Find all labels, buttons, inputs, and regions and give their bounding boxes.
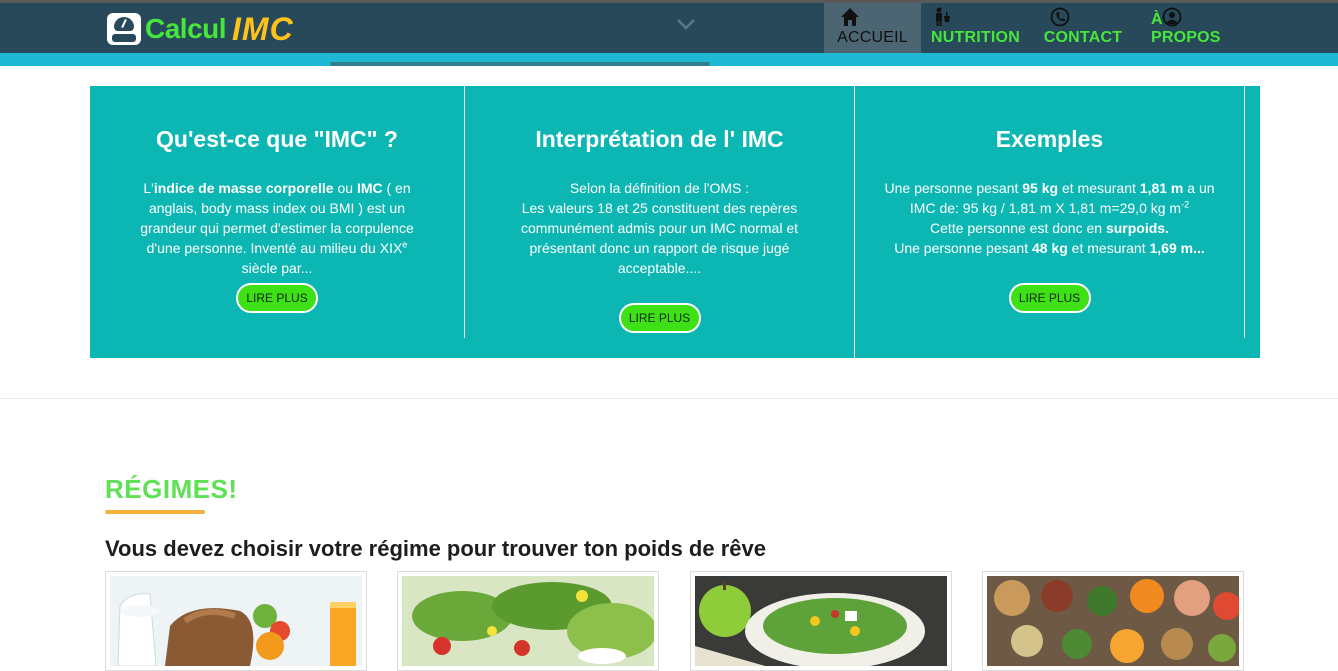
feature-band: Qu'est-ce que "IMC" ? L'indice de masse … [90, 86, 1260, 358]
text-run: et mesurant [1058, 180, 1140, 196]
green-salad-photo [402, 576, 654, 666]
text-run: siècle par... [241, 260, 313, 276]
text-run: Cette personne est donc en [930, 220, 1106, 236]
regime-card[interactable] [982, 571, 1244, 671]
read-more-button[interactable]: LIRE PLUS [1008, 283, 1091, 313]
feature-text: L'indice de masse corporelle ou IMC ( en… [127, 178, 427, 278]
nav-item-contact[interactable]: CONTACT [1030, 3, 1136, 53]
feature-title: Exemples [995, 126, 1104, 152]
nav-label-contact: CONTACT [1043, 29, 1123, 46]
main-nav: ACCUEIL NUTRITION CONTACT À PROPOS [824, 3, 1244, 53]
text-bold: 1,69 m... [1149, 240, 1205, 256]
feature-title: Qu'est-ce que "IMC" ? [156, 126, 398, 152]
section-title: RÉGIMES! [105, 474, 238, 504]
nav-item-nutrition[interactable]: NUTRITION [921, 3, 1030, 53]
text-run: ou [333, 180, 357, 196]
section-divider [0, 398, 1338, 399]
regime-card[interactable] [690, 571, 952, 671]
vegetables-legumes-photo [987, 576, 1239, 666]
nav-label-accueil: ACCUEIL [837, 29, 908, 46]
logo-text-imc: IMC [232, 10, 294, 47]
text-line: Les valeurs 18 et 25 constituent des rep… [521, 200, 798, 276]
dairy-bread-fruit-photo [110, 576, 362, 666]
site-logo[interactable]: Calcul IMC [107, 10, 294, 47]
title-underline [105, 510, 205, 514]
text-bold: 95 kg [1022, 180, 1059, 196]
nav-label-nutrition: NUTRITION [931, 29, 1020, 46]
phone-icon [1050, 7, 1070, 27]
column-divider [1244, 86, 1245, 338]
nav-item-apropos[interactable]: À PROPOS [1136, 3, 1244, 53]
text-run: L' [143, 180, 154, 196]
feature-title: Interprétation de l' IMC [535, 126, 784, 152]
feature-text: Une personne pesant 95 kg et mesurant 1,… [885, 178, 1215, 258]
nav-item-accueil[interactable]: ACCUEIL [824, 3, 921, 53]
text-superscript: -2 [1181, 199, 1190, 210]
text-superscript: e [402, 239, 408, 250]
apple-salad-photo [695, 576, 947, 666]
scale-icon [107, 13, 141, 45]
logo-text-calcul: Calcul [145, 13, 227, 44]
read-more-button[interactable]: LIRE PLUS [236, 283, 318, 313]
text-bold: IMC [356, 180, 383, 196]
section-subtitle: Vous devez choisir votre régime pour tro… [105, 536, 766, 561]
feature-text: Selon la définition de l'OMS : Les valeu… [510, 178, 810, 278]
text-run: Une personne pesant [894, 240, 1032, 256]
regime-card[interactable] [105, 571, 367, 671]
feature-examples: Exemples Une personne pesant 95 kg et me… [855, 86, 1244, 358]
text-run: et mesurant [1067, 240, 1150, 256]
text-run: Une personne pesant [884, 180, 1023, 196]
regime-card[interactable] [397, 571, 659, 671]
text-bold: 1,81 m [1139, 180, 1184, 196]
feature-what-is-imc: Qu'est-ce que "IMC" ? L'indice de masse … [90, 86, 464, 358]
nutrition-icon [936, 7, 950, 26]
home-icon [841, 8, 859, 26]
hero-image-edge [330, 62, 710, 66]
read-more-button[interactable]: LIRE PLUS [618, 303, 701, 333]
user-icon [1162, 7, 1182, 27]
text-bold: surpoids. [1105, 220, 1169, 236]
text-bold: indice de masse corporelle [153, 180, 334, 196]
text-bold: 48 kg [1031, 240, 1068, 256]
chevron-down-icon[interactable] [676, 14, 696, 34]
feature-interpretation: Interprétation de l' IMC Selon la défini… [465, 86, 854, 358]
text-line: Selon la définition de l'OMS : [569, 180, 750, 196]
